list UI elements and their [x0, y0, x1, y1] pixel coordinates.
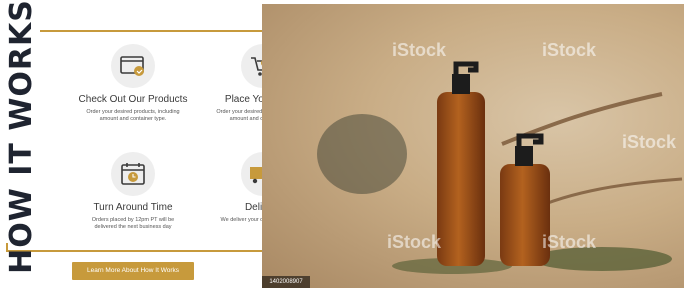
step-title: Check Out Our Products	[78, 94, 188, 105]
calendar-clock-icon	[111, 152, 155, 196]
step-check-out-products: Check Out Our Products Order your desire…	[65, 44, 201, 123]
watermark: iStock	[622, 132, 677, 152]
watermark: iStock	[542, 232, 597, 252]
step-turn-around-time: Turn Around Time Orders placed by 12pm P…	[65, 152, 201, 231]
product-photo: iStock iStock iStock iStock iStock 14020…	[262, 4, 684, 288]
step-description: Order your desired products, including a…	[86, 109, 180, 122]
watermark: iStock	[392, 40, 447, 60]
bottles-illustration	[317, 61, 683, 274]
stock-id-label: 1402008907	[262, 276, 310, 288]
vertical-title: HOW IT WORKS	[2, 0, 40, 273]
how-it-works-title: HOW IT WORKS	[3, 0, 39, 274]
watermark: iStock	[387, 232, 442, 252]
browser-icon	[111, 44, 155, 88]
step-title: Turn Around Time	[93, 202, 173, 213]
watermark: iStock	[542, 40, 597, 60]
learn-more-button[interactable]: Learn More About How It Works	[72, 262, 194, 280]
step-description: Orders placed by 12pm PT will be deliver…	[91, 217, 175, 230]
